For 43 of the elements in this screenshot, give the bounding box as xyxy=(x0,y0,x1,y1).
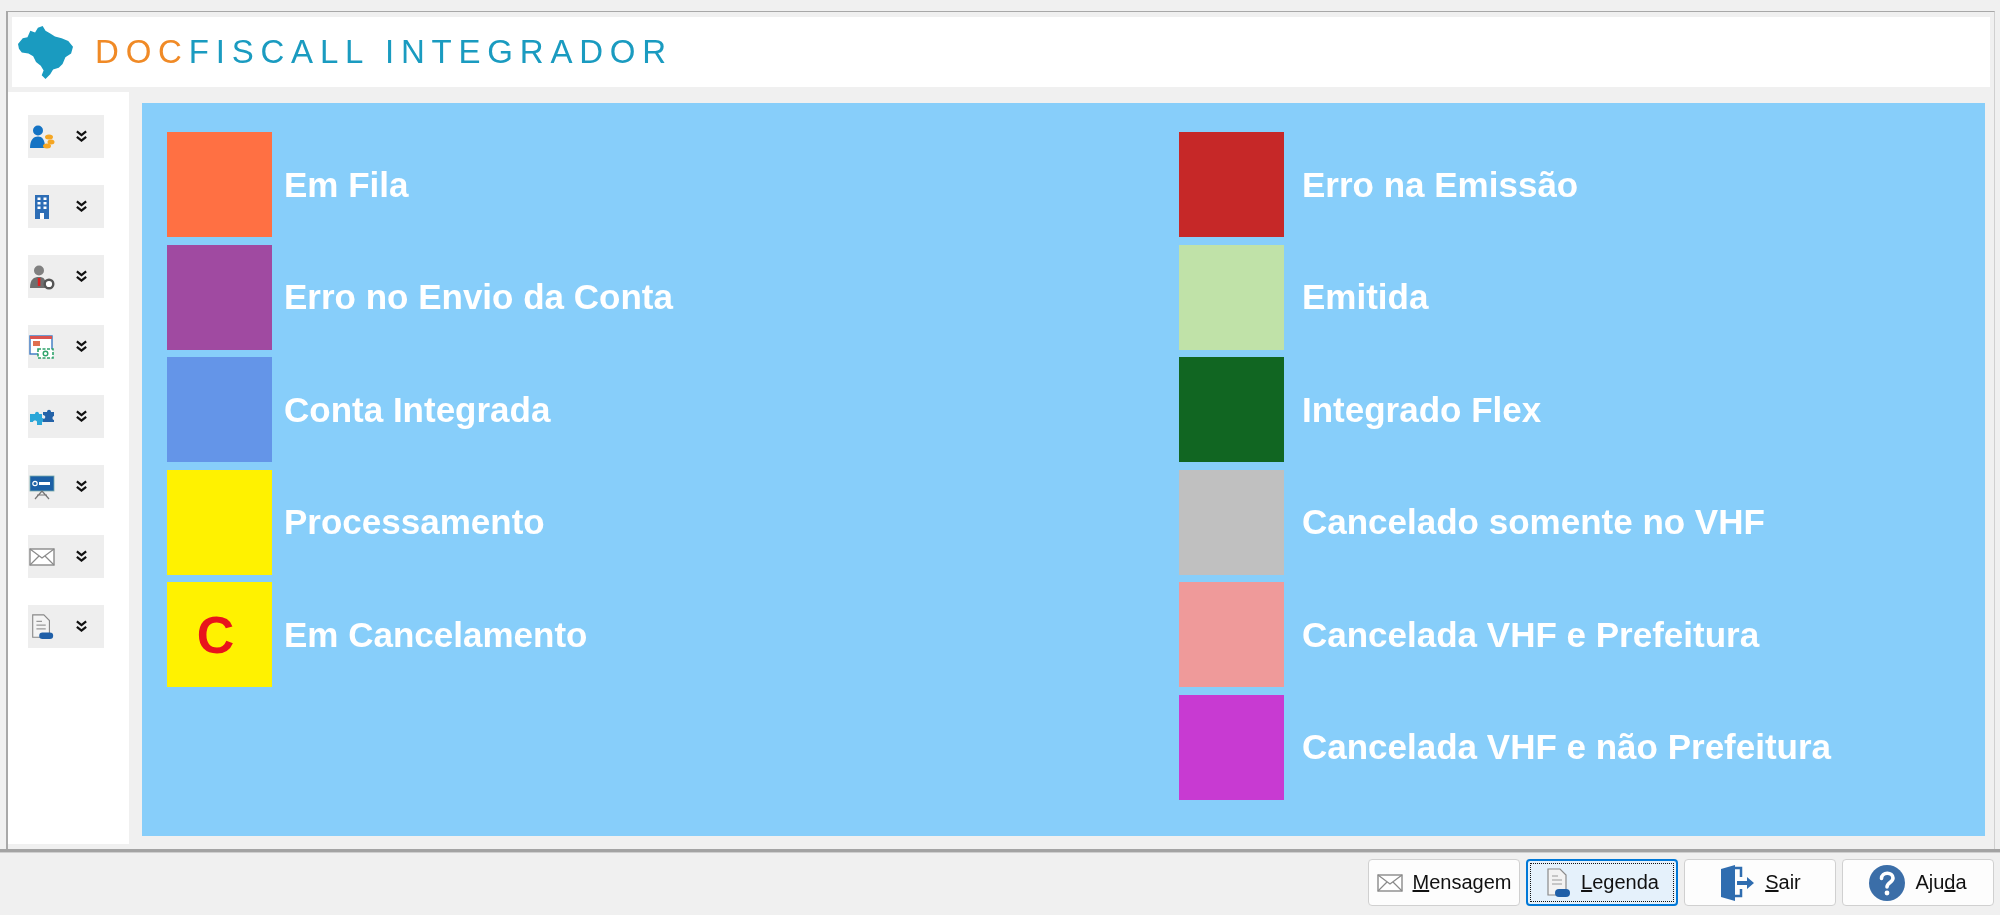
legend-label: Em Cancelamento xyxy=(284,614,588,655)
double-chevron-down-icon xyxy=(75,270,88,283)
legend-label: Em Fila xyxy=(284,164,409,205)
double-chevron-down-icon xyxy=(75,550,88,563)
legend-label: Cancelada VHF e Prefeitura xyxy=(1302,614,1760,655)
action-button[interactable]: Mensagem xyxy=(1368,859,1520,906)
legend-label: Integrado Flex xyxy=(1302,389,1542,430)
sidebar-menu-button[interactable] xyxy=(28,115,104,158)
door-exit-icon xyxy=(1719,864,1756,901)
sidebar-menu-button[interactable] xyxy=(28,605,104,648)
screen-icon xyxy=(29,473,55,500)
map-logo-icon xyxy=(17,24,74,80)
legend-label: Processamento xyxy=(284,502,545,542)
double-chevron-down-icon xyxy=(75,200,88,213)
sidebar-menu-button[interactable] xyxy=(28,255,104,298)
legend-label: Erro no Envio da Conta xyxy=(284,277,673,317)
legend-label: Conta Integrada xyxy=(284,389,551,430)
sidebar-menu-button[interactable] xyxy=(28,325,104,368)
legend-label: Cancelado somente no VHF xyxy=(1302,502,1765,542)
app-title: DOC FISCALL INTEGRADOR xyxy=(95,33,673,71)
sidebar-menu-button[interactable] xyxy=(28,535,104,578)
double-chevron-down-icon xyxy=(75,410,88,423)
sidebar-menu-button[interactable] xyxy=(28,185,104,228)
action-button[interactable]: Sair xyxy=(1684,859,1836,906)
person-coins-icon xyxy=(29,123,55,150)
sidebar-menu-button[interactable] xyxy=(28,395,104,438)
double-chevron-down-icon xyxy=(75,340,88,353)
legend-label: Emitida xyxy=(1302,277,1429,317)
document-icon xyxy=(29,613,55,640)
double-chevron-down-icon xyxy=(75,620,88,633)
swatch-letter: C xyxy=(196,608,235,661)
sidebar-menu-button[interactable] xyxy=(28,465,104,508)
legend-label: Erro na Emissão xyxy=(1302,164,1579,205)
double-chevron-down-icon xyxy=(75,480,88,493)
legend-label: Cancelada VHF e não Prefeitura xyxy=(1302,727,1832,767)
window-banknote-icon xyxy=(29,333,55,360)
help-icon xyxy=(1869,864,1906,901)
document-icon xyxy=(1545,867,1572,898)
envelope-icon xyxy=(1376,873,1403,892)
action-button[interactable]: Ajuda xyxy=(1842,859,1994,906)
action-button[interactable]: Legenda xyxy=(1526,859,1678,906)
person-gear-icon xyxy=(29,263,55,290)
double-chevron-down-icon xyxy=(75,130,88,143)
